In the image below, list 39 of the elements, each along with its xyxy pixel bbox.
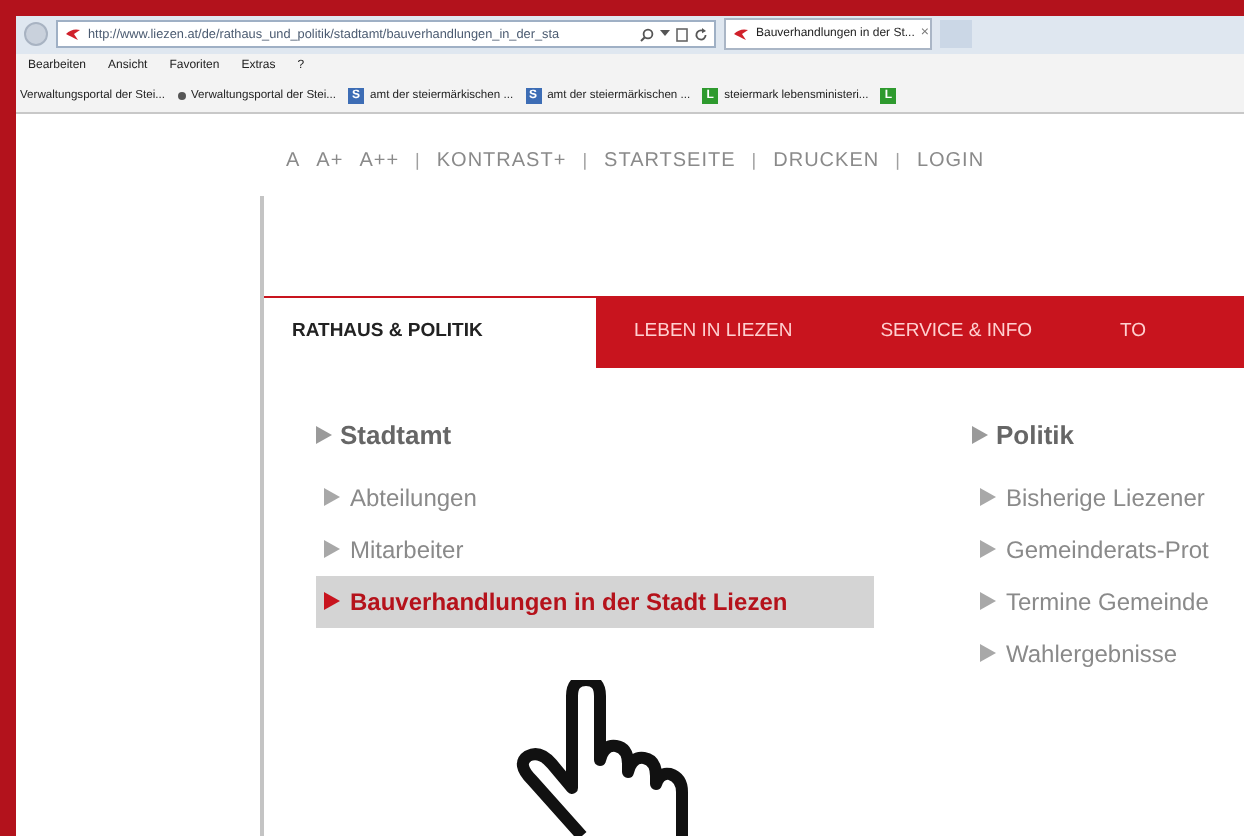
menu-link[interactable]: Termine Gemeinde: [972, 575, 1244, 627]
separator-text: |: [895, 147, 901, 174]
caret-icon[interactable]: [660, 30, 670, 39]
separator-text: |: [415, 147, 421, 174]
page-icon[interactable]: [676, 27, 688, 42]
toolbar-link[interactable]: A++: [359, 146, 400, 176]
arrow-icon: [980, 592, 996, 610]
separator-text: |: [751, 147, 758, 174]
arrow-icon: [316, 426, 332, 445]
arrow-icon: [324, 592, 340, 610]
menu-heading[interactable]: Politik: [996, 416, 1075, 455]
menu-link[interactable]: Gemeinderats-Prot: [972, 523, 1244, 575]
logo-icon: [64, 27, 82, 42]
arrow-icon: [972, 426, 988, 445]
toolbar-link[interactable]: A: [286, 146, 301, 176]
menu-link[interactable]: Bisherige Liezener: [972, 471, 1244, 523]
arrow-icon: [324, 540, 340, 558]
nav-tab[interactable]: SERVICE & INFO: [844, 296, 1069, 368]
menu-heading[interactable]: Stadtamt: [340, 416, 452, 455]
arrow-icon: [980, 488, 996, 506]
menu-link[interactable]: Bauverhandlungen in der Stadt Liezen: [316, 575, 874, 627]
menu-link[interactable]: Mitarbeiter: [316, 523, 972, 575]
search-icon[interactable]: [640, 27, 654, 42]
toolbar-link[interactable]: LOGIN: [916, 146, 985, 176]
menu-link[interactable]: Wahlergebnisse: [972, 627, 1244, 679]
arrow-icon: [324, 488, 340, 506]
logo-icon: [732, 27, 750, 42]
nav-tab[interactable]: TO: [1084, 296, 1183, 368]
toolbar-link[interactable]: A+: [316, 146, 344, 176]
nav-tab[interactable]: LEBEN IN LIEZEN: [598, 296, 829, 368]
menu-link[interactable]: Abteilungen: [316, 471, 972, 523]
separator-text: |: [582, 147, 589, 174]
toolbar-link[interactable]: STARTSEITE: [604, 146, 736, 176]
arrow-icon: [980, 540, 996, 558]
nav-tab[interactable]: RATHAUS & POLITIK: [264, 296, 598, 368]
arrow-icon: [980, 644, 996, 662]
toolbar-link[interactable]: KONTRAST+: [436, 146, 567, 176]
toolbar-link[interactable]: DRUCKEN: [773, 146, 880, 176]
refresh-icon[interactable]: [694, 27, 708, 42]
